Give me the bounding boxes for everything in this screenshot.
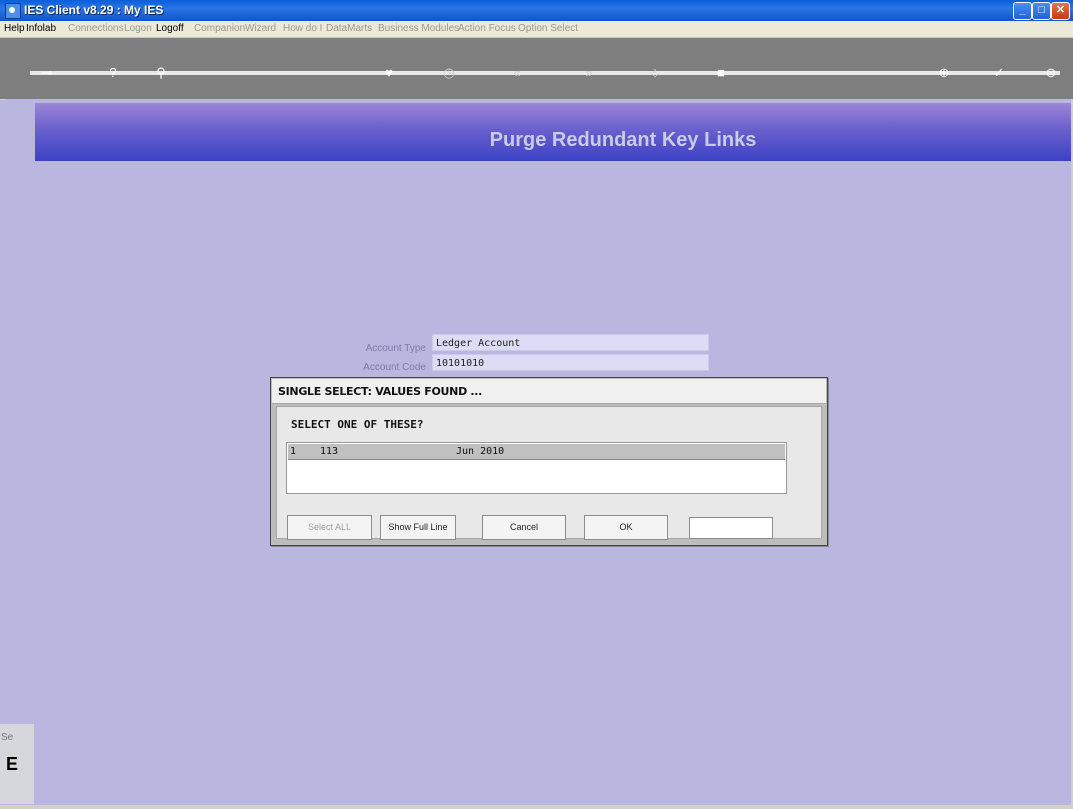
account-type-field[interactable]: Ledger Account: [432, 334, 709, 351]
menu-option-select[interactable]: Option Select: [518, 23, 578, 34]
app-icon: [5, 3, 21, 19]
account-type-label: Account Type: [365, 343, 426, 354]
help-icon[interactable]: ?: [104, 64, 122, 82]
account-code-field[interactable]: 10101010: [432, 354, 709, 371]
select-all-button[interactable]: Select ALL: [287, 515, 372, 540]
forward-icon[interactable]: »: [580, 64, 598, 82]
menu-infolab[interactable]: Infolab: [26, 23, 56, 34]
menu-action-focus[interactable]: Action Focus: [458, 23, 516, 34]
menu-logoff[interactable]: Logoff: [156, 23, 184, 34]
dialog-title-bar[interactable]: SINGLE SELECT: VALUES FOUND ...: [272, 379, 826, 404]
check-icon[interactable]: ✓: [990, 64, 1008, 82]
list-item[interactable]: 1 113 Jun 2010: [288, 444, 785, 460]
side-panel[interactable]: Se E: [0, 724, 34, 804]
heart-icon[interactable]: ♥: [380, 64, 398, 82]
dialog-body: SELECT ONE OF THESE? 1 113 Jun 2010 Sele…: [276, 406, 822, 540]
stop-icon[interactable]: ■: [712, 64, 730, 82]
save-icon[interactable]: ⎀: [646, 64, 664, 82]
list-item-period: Jun 2010: [456, 446, 505, 457]
key-icon[interactable]: ⊸: [38, 64, 56, 82]
list-item-index: 1: [290, 446, 297, 457]
dialog-prompt: SELECT ONE OF THESE?: [291, 418, 424, 431]
menu-logon[interactable]: Logon: [124, 23, 152, 34]
ok-button[interactable]: OK: [584, 515, 668, 540]
page-title: Purge Redundant Key Links: [489, 129, 757, 151]
list-item-code: 113: [320, 446, 339, 457]
menu-connections[interactable]: Connections: [68, 23, 124, 34]
menu-how-do-i[interactable]: How do I: [283, 23, 322, 34]
close-icon[interactable]: ⊗: [1042, 64, 1060, 82]
toolbar: ⊸ ? ⚲ ♥ ◷ « » ⎀ ■ ⊕ ✓ ⊗: [0, 38, 1073, 99]
cancel-button[interactable]: Cancel: [482, 515, 566, 540]
show-full-line-button[interactable]: Show Full Line: [380, 515, 456, 540]
maximize-button[interactable]: □: [1032, 2, 1051, 20]
side-label: Se: [1, 732, 14, 743]
menu-help[interactable]: Help: [4, 23, 25, 34]
values-list[interactable]: 1 113 Jun 2010: [286, 442, 787, 494]
add-icon[interactable]: ⊕: [935, 64, 953, 82]
account-code-label: Account Code: [363, 362, 426, 373]
close-window-button[interactable]: ✕: [1051, 2, 1070, 20]
menu-bar: Help Infolab Connections Logon Logoff Co…: [0, 21, 1073, 38]
menu-business-modules[interactable]: Business Modules: [378, 23, 459, 34]
menu-companion[interactable]: Companion: [194, 23, 245, 34]
page-banner: Purge Redundant Key Links: [35, 103, 1071, 161]
menu-datamarts[interactable]: DataMarts: [326, 23, 372, 34]
back-icon[interactable]: «: [508, 64, 526, 82]
side-glyph: E: [6, 754, 19, 774]
search-icon[interactable]: ⚲: [152, 64, 170, 82]
dialog-input[interactable]: [689, 517, 773, 539]
window-title: IES Client v8.29 : My IES: [24, 3, 164, 17]
clock-icon[interactable]: ◷: [440, 64, 458, 82]
dialog-title: SINGLE SELECT: VALUES FOUND ...: [278, 385, 483, 398]
single-select-dialog: SINGLE SELECT: VALUES FOUND ... SELECT O…: [270, 377, 828, 546]
toolbar-divider: [30, 71, 1060, 75]
title-bar: IES Client v8.29 : My IES _ □ ✕: [0, 0, 1073, 22]
menu-wizard[interactable]: Wizard: [245, 23, 276, 34]
minimize-button[interactable]: _: [1013, 2, 1032, 20]
